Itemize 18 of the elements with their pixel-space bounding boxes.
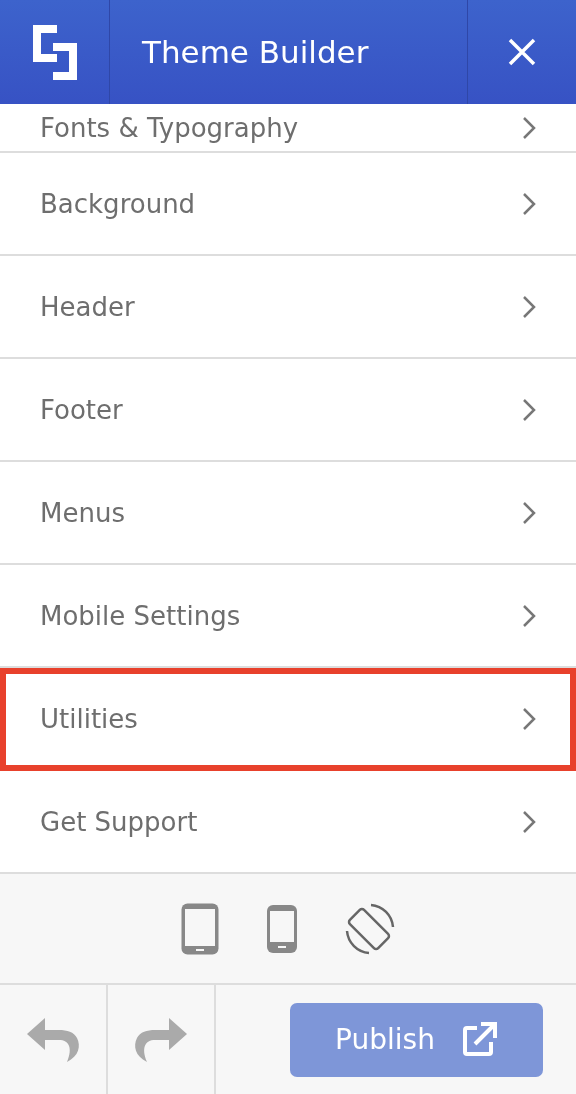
undo-arrow-icon bbox=[25, 1015, 81, 1064]
external-link-icon bbox=[460, 1021, 497, 1058]
tablet-icon[interactable] bbox=[180, 901, 220, 956]
rotate-device-icon[interactable] bbox=[344, 902, 396, 955]
chevron-right-icon bbox=[522, 191, 536, 216]
chevron-right-icon bbox=[522, 115, 536, 140]
chevron-right-icon bbox=[522, 603, 536, 628]
chevron-right-icon bbox=[522, 809, 536, 834]
redo-arrow-icon bbox=[133, 1015, 189, 1064]
close-icon bbox=[508, 38, 536, 66]
logo-icon bbox=[32, 24, 77, 80]
chevron-right-icon bbox=[522, 706, 536, 731]
chevron-right-icon bbox=[522, 294, 536, 319]
chevron-right-icon bbox=[522, 397, 536, 422]
publish-button[interactable]: Publish bbox=[289, 1002, 543, 1077]
phone-icon[interactable] bbox=[266, 903, 298, 954]
menu-item[interactable]: Utilities bbox=[0, 668, 576, 771]
chevron-right-icon bbox=[522, 500, 536, 525]
